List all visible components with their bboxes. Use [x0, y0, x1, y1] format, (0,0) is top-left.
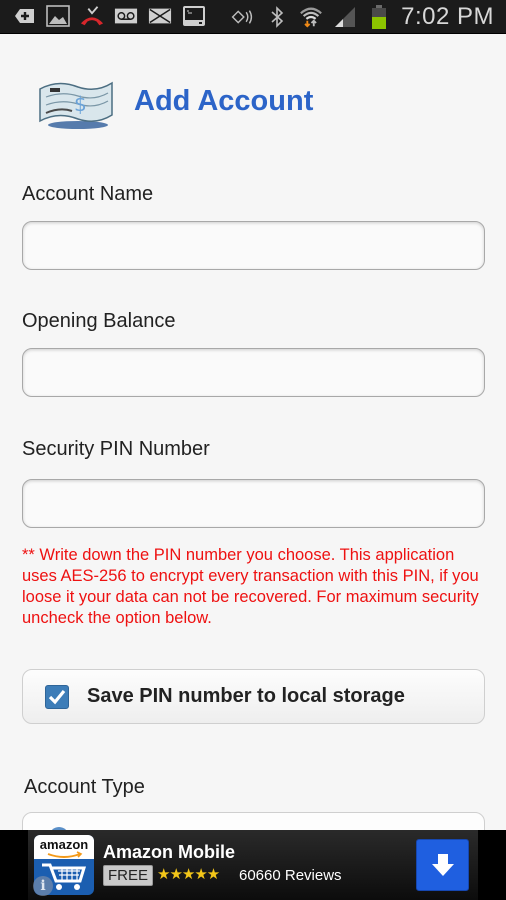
account-type-label: Account Type — [24, 776, 145, 798]
voicemail-icon — [114, 5, 138, 27]
download-button[interactable] — [416, 839, 469, 891]
missed-call-icon — [80, 5, 104, 27]
gallery-icon — [46, 5, 70, 27]
status-bar: 7:02 PM — [0, 0, 506, 34]
add-account-form: $ Add Account Account Name Opening Balan… — [0, 35, 506, 852]
price-badge: FREE — [103, 865, 154, 886]
page-header: $ Add Account — [38, 75, 313, 131]
svg-text:$: $ — [74, 92, 87, 116]
ad-banner[interactable]: amazon Amazon Mobile FREE ★★★★★ 60660 Re… — [0, 830, 506, 900]
ad-title[interactable]: Amazon Mobile — [103, 842, 235, 863]
star-rating: ★★★★★ — [157, 866, 220, 883]
signal-icon — [333, 6, 357, 28]
battery-icon — [367, 5, 391, 29]
opening-balance-label: Opening Balance — [22, 310, 176, 332]
review-count: 60660 Reviews — [239, 867, 342, 884]
save-pin-toggle[interactable]: Save PIN number to local storage — [22, 669, 485, 724]
save-pin-label: Save PIN number to local storage — [87, 685, 405, 707]
save-pin-checkbox[interactable] — [45, 684, 69, 709]
security-pin-input[interactable] — [22, 479, 485, 528]
security-pin-label: Security PIN Number — [22, 438, 210, 460]
checkmark-icon — [48, 689, 66, 704]
page-title: Add Account — [134, 85, 314, 117]
ad-info-icon[interactable]: i — [33, 876, 53, 896]
nfc-icon — [231, 6, 255, 28]
email-icon — [148, 5, 172, 27]
wifi-icon — [299, 6, 323, 28]
terminal-icon — [182, 5, 206, 27]
ad-content[interactable] — [28, 830, 478, 900]
opening-balance-input[interactable] — [22, 348, 485, 397]
bluetooth-icon — [265, 6, 289, 28]
clock: 7:02 PM — [401, 3, 494, 30]
download-arrow-icon — [431, 854, 454, 876]
pin-warning-text: ** Write down the PIN number you choose.… — [22, 546, 479, 627]
add-notification-icon — [12, 5, 36, 27]
account-name-input[interactable] — [22, 221, 485, 270]
check-icon: $ — [38, 75, 114, 131]
account-name-label: Account Name — [22, 183, 154, 205]
